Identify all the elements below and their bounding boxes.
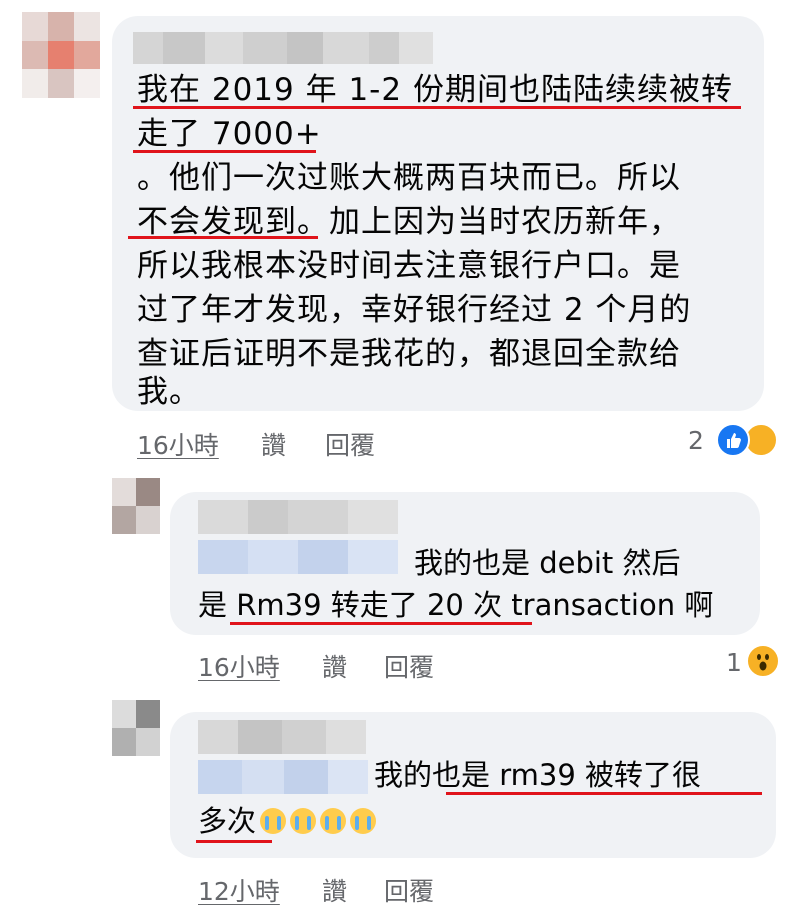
reply1-avatar-blurred[interactable] — [112, 478, 160, 534]
reply2-avatar-blurred[interactable] — [112, 700, 160, 756]
comment-text-line: 。他们一次过账大概两百块而已。所以 — [137, 160, 681, 196]
reply1-name-blurred[interactable] — [198, 500, 398, 534]
like-button[interactable]: 讚 — [261, 426, 286, 462]
reply-button[interactable]: 回覆 — [384, 872, 434, 908]
crying-emoji-icon — [350, 808, 377, 834]
reply2-text-fragment: 多次 — [198, 804, 257, 838]
highlight-underline — [133, 106, 741, 109]
reply2-name-blurred[interactable] — [198, 760, 368, 794]
reply1-text-line: 我的也是 debit 然后 — [414, 546, 681, 580]
highlight-underline — [446, 792, 762, 795]
wow-icon[interactable] — [746, 644, 780, 678]
like-icon[interactable] — [716, 423, 750, 457]
reply2-actions: 12小時 讚 回覆 — [198, 872, 498, 906]
reply2-text-line: 多次 — [198, 800, 377, 842]
highlight-underline — [128, 236, 318, 239]
reply2-time-link[interactable]: 12小時 — [198, 872, 280, 908]
reply1-actions: 16小時 讚 回覆 — [198, 648, 498, 682]
crying-emoji-icon — [320, 808, 347, 834]
commenter-name-blurred[interactable] — [133, 32, 433, 64]
reply-button[interactable]: 回覆 — [384, 648, 434, 684]
crying-emoji-icon — [290, 808, 317, 834]
reaction-count[interactable]: 2 — [688, 426, 704, 455]
comment-time-link[interactable]: 16小時 — [137, 426, 219, 462]
like-button[interactable]: 讚 — [322, 648, 347, 684]
reaction-count[interactable]: 1 — [726, 648, 742, 677]
like-button[interactable]: 讚 — [322, 872, 347, 908]
comment-text-line: 我。 — [137, 374, 201, 410]
comment-text-line: 查证后证明不是我花的，都退回全款给 — [137, 336, 681, 372]
highlight-underline — [196, 840, 272, 843]
reply1-text-line: 是 Rm39 转走了 20 次 transaction 啊 — [198, 588, 714, 622]
reply-button[interactable]: 回覆 — [325, 426, 375, 462]
crying-emoji-icon — [260, 808, 287, 834]
reply1-time-link[interactable]: 16小時 — [198, 648, 280, 684]
comment-text-line: 过了年才发现，幸好银行经过 2 个月的 — [137, 292, 692, 328]
comment-text-line: 所以我根本没时间去注意银行户口。是 — [137, 248, 681, 284]
reply1-name-blurred[interactable] — [198, 540, 398, 574]
reply2-name-blurred[interactable] — [198, 720, 366, 754]
highlight-underline — [133, 150, 316, 153]
reply2-text-line: 我的也是 rm39 被转了很 — [374, 758, 702, 792]
commenter-avatar-blurred[interactable] — [22, 12, 100, 98]
comment-actions: 16小時 讚 回覆 — [137, 426, 437, 460]
highlight-underline — [230, 622, 532, 625]
